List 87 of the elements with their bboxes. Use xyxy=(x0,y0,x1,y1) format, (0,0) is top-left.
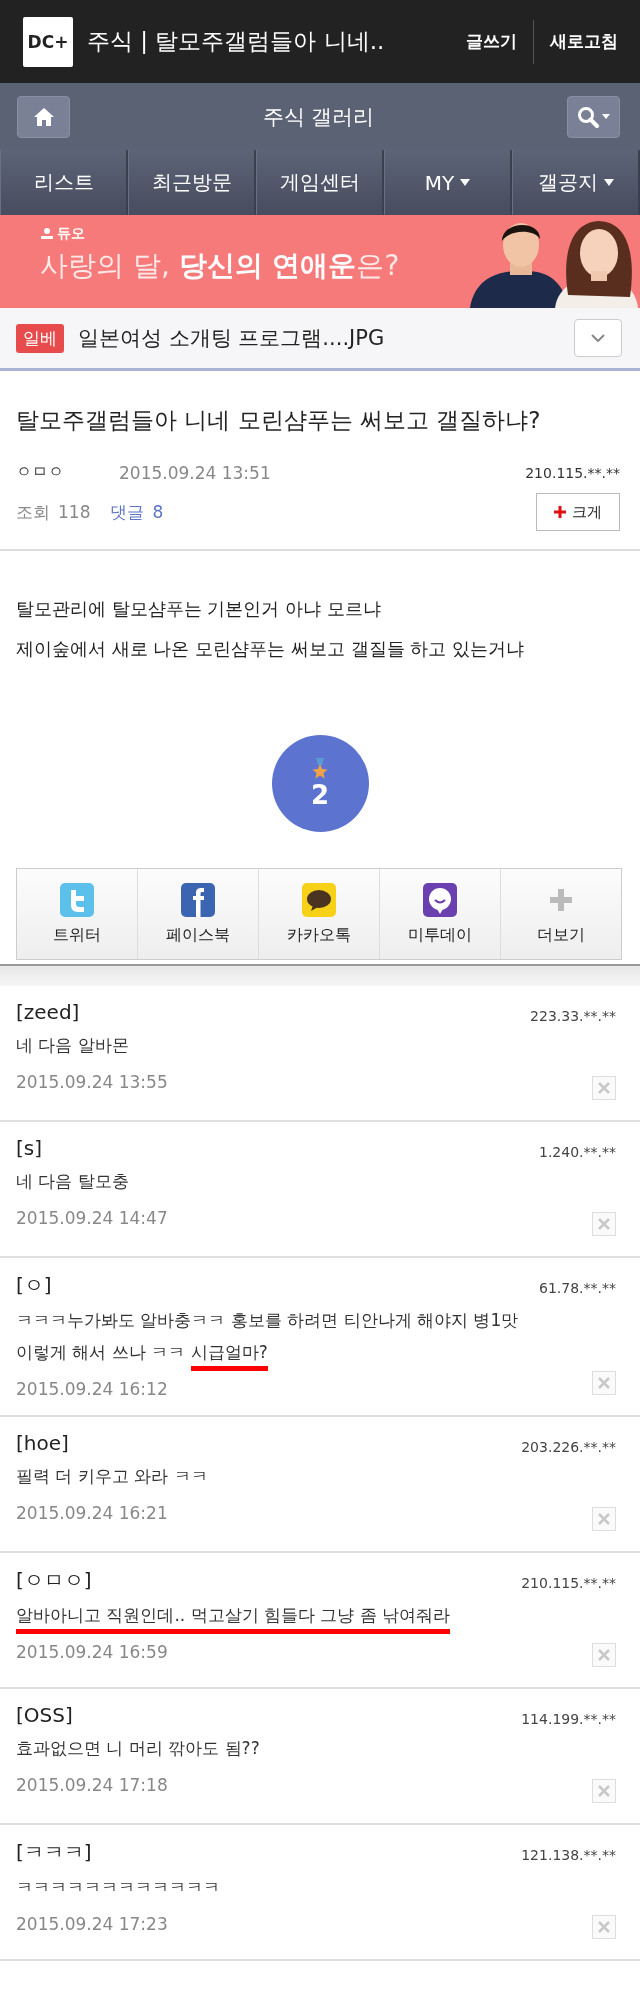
share-button[interactable]: 페이스북 xyxy=(138,869,259,959)
comment-date: 2015.09.24 14:47 xyxy=(16,1208,168,1229)
header-button[interactable]: 새로고침 xyxy=(544,22,624,61)
comment-text: 네 다음 탈모충 xyxy=(16,1170,130,1193)
ip-address: 114.199.**.** xyxy=(521,1711,616,1728)
comments-label[interactable]: 댓글 xyxy=(110,500,145,524)
ip-address: 223.33.**.** xyxy=(530,1008,616,1024)
delete-button[interactable] xyxy=(592,1779,616,1804)
gallery-title: 주식 갤러리 xyxy=(261,103,376,131)
commenter-name: [OSS] xyxy=(16,1703,74,1728)
hot-tag: 일베 xyxy=(16,323,64,353)
home-icon xyxy=(32,106,55,127)
social-app-icon xyxy=(181,882,215,917)
views-label: 조회 xyxy=(16,500,50,524)
plus-icon xyxy=(554,506,566,518)
ip-address: 121.138.**.** xyxy=(521,1847,616,1864)
delete-button[interactable] xyxy=(592,1643,616,1668)
nav-tab[interactable]: MY xyxy=(384,150,512,215)
comment-text: ㅋㅋㅋㅋㅋㅋㅋㅋㅋㅋㅋㅋ xyxy=(16,1876,220,1900)
commenter-name: [hoe] xyxy=(16,1431,70,1456)
comment-text: 알바아니고 직원인데.. 먹고살기 힘들다 그냥 좀 낚여줘라 xyxy=(16,1602,451,1635)
comment-text: ㅋㅋㅋ누가봐도 알바충ㅋㅋ 홍보를 하려면 티안나게 해야지 병1맛 이렇게 해서 쓰나 ㅋㅋ 시급얼마? xyxy=(16,1307,519,1372)
commenter-name: [ㅋㅋㅋ] xyxy=(16,1839,93,1867)
ip-address: 210.115.**.** xyxy=(521,1575,616,1592)
comment-date: 2015.09.24 16:59 xyxy=(16,1642,169,1663)
chevron-icon xyxy=(591,334,605,342)
smile-bubble-icon xyxy=(423,882,457,917)
recommend-button[interactable]: 2 xyxy=(271,735,369,832)
close-icon xyxy=(598,1785,610,1798)
share-button[interactable]: 트위터 xyxy=(17,869,138,959)
delete-button[interactable] xyxy=(592,1212,616,1236)
bird-app-icon xyxy=(60,882,94,917)
delete-button[interactable] xyxy=(592,1371,616,1396)
comment-date: 2015.09.24 16:12 xyxy=(16,1379,169,1400)
close-icon xyxy=(598,1649,610,1662)
ip-address: 210.115.**.** xyxy=(525,464,620,481)
chat-bubble-icon xyxy=(302,882,336,917)
ip-address: 203.226.**.** xyxy=(521,1439,616,1456)
close-icon xyxy=(598,1082,610,1094)
post-text: 제이숲에서 새로 나온 모린샴푸는 써보고 갤질들 하고 있는거냐 xyxy=(16,637,526,661)
page-title: 주식 | 탈모주갤럼들아 니네.. xyxy=(87,27,386,56)
commenter-name: [zeed] xyxy=(16,1000,81,1024)
comment-text: 필력 더 키우고 와라 ㅋㅋ xyxy=(16,1465,208,1489)
site-logo[interactable]: DC+ xyxy=(23,16,73,67)
zoom-button[interactable]: 크게 xyxy=(536,493,620,531)
nav-tab[interactable]: 최근방문 xyxy=(128,150,256,215)
nav-tab[interactable]: 갤공지 xyxy=(512,150,640,215)
nav-tab[interactable]: 게임센터 xyxy=(256,150,384,215)
comment-text: 네 다음 알바몬 xyxy=(16,1034,130,1057)
share-button[interactable]: 미투데이 xyxy=(380,869,501,959)
brand-icon xyxy=(40,227,54,241)
comment-date: 2015.09.24 13:55 xyxy=(16,1072,168,1093)
recommend-count: 2 xyxy=(310,779,330,810)
ip-address: 61.78.**.** xyxy=(539,1280,616,1296)
author-name: ㅇㅁㅇ xyxy=(16,462,65,483)
medal-icon xyxy=(311,757,329,780)
header-button[interactable]: 글쓰기 xyxy=(460,22,523,61)
share-button[interactable]: 더보기 xyxy=(501,869,621,959)
delete-button[interactable] xyxy=(592,1915,616,1940)
post-title: 탈모주갤럼들아 니네 모린샴푸는 써보고 갤질하냐? xyxy=(16,406,542,435)
commenter-name: [ㅇㅁㅇ] xyxy=(16,1567,93,1595)
home-button[interactable] xyxy=(17,95,70,138)
comment-date: 2015.09.24 17:23 xyxy=(16,1914,169,1935)
post-date: 2015.09.24 13:51 xyxy=(119,462,272,483)
comment-date: 2015.09.24 17:18 xyxy=(16,1775,169,1796)
ip-address: 1.240.**.** xyxy=(539,1144,616,1160)
close-icon xyxy=(598,1377,610,1390)
close-icon xyxy=(598,1218,610,1230)
search-icon xyxy=(576,105,611,128)
comment-text: 효과없으면 니 머리 깎아도 됨?? xyxy=(16,1737,260,1761)
search-button[interactable] xyxy=(567,95,620,138)
post-text: 탈모관리에 탈모샴푸는 기본인거 아냐 모르냐 xyxy=(16,597,382,621)
delete-button[interactable] xyxy=(592,1076,616,1100)
comment-count: 8 xyxy=(152,502,165,522)
close-icon xyxy=(598,1921,610,1934)
comment-date: 2015.09.24 16:21 xyxy=(16,1503,169,1524)
hot-post-link[interactable]: 일본여성 소개팅 프로그램....JPG xyxy=(78,324,574,352)
commenter-name: [s] xyxy=(16,1136,44,1160)
delete-button[interactable] xyxy=(592,1507,616,1532)
expand-button[interactable] xyxy=(574,319,622,357)
ad-headline: 사랑의 달, 당신의 연애운은? xyxy=(40,248,400,284)
share-button[interactable]: 카카오톡 xyxy=(259,869,380,959)
brand-name: 듀오 xyxy=(57,225,85,243)
commenter-name: [ㅇ] xyxy=(16,1272,53,1299)
view-count: 118 xyxy=(58,502,91,522)
nav-tab[interactable]: 리스트 xyxy=(0,150,128,215)
close-icon xyxy=(598,1513,610,1526)
